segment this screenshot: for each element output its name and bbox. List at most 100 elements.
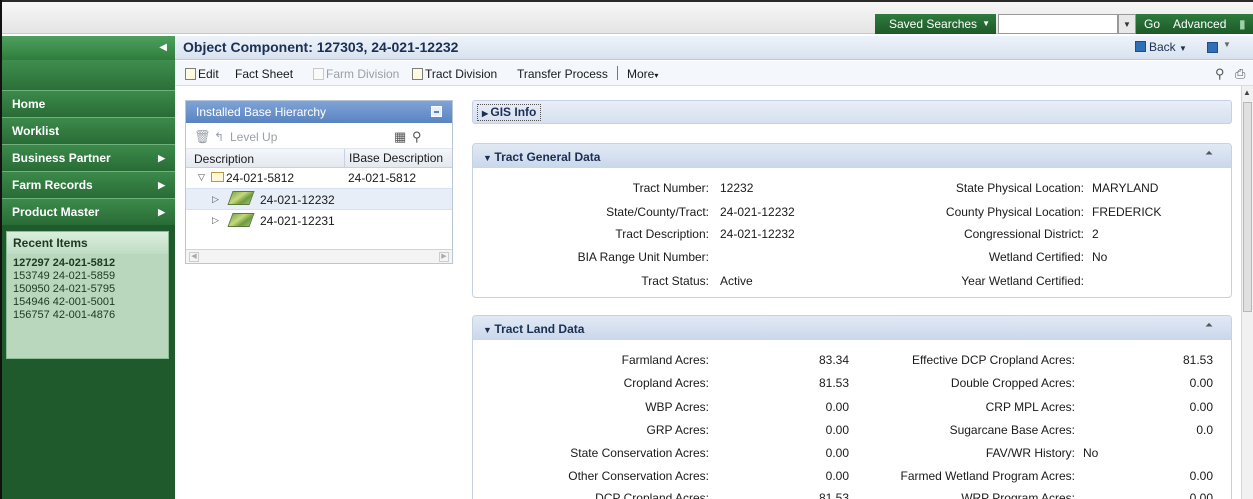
section-header: ▼ Tract General Data ⏶ xyxy=(473,144,1231,168)
export-icon[interactable]: ▦ xyxy=(394,129,406,145)
personalize-icon[interactable]: ⚲ xyxy=(412,129,422,145)
chevron-right-icon: ▶ xyxy=(158,180,165,190)
saved-searches-label: Saved Searches xyxy=(889,17,978,31)
tree-row[interactable]: ▷ 24-021-12231 xyxy=(186,210,452,230)
gis-info-label: GIS Info xyxy=(490,105,537,119)
nav-item-home[interactable]: Home xyxy=(2,90,175,117)
level-up-button[interactable]: Level Up xyxy=(230,130,277,144)
field-label: BIA Range Unit Number: xyxy=(577,250,709,264)
chevron-down-icon[interactable]: ▼ xyxy=(1223,40,1231,49)
field-label: Year Wetland Certified: xyxy=(961,274,1084,288)
delete-icon[interactable]: 🗑 xyxy=(194,129,211,145)
tree-node-label: 24-021-5812 xyxy=(226,171,295,185)
section-title[interactable]: ▼ Tract General Data xyxy=(483,150,600,164)
more-menu[interactable]: More▾ xyxy=(627,67,658,81)
scroll-right-icon[interactable]: ▶ xyxy=(439,252,449,262)
gis-info-bar: ▶ GIS Info xyxy=(472,100,1232,124)
gis-info-toggle[interactable]: ▶ GIS Info xyxy=(477,104,542,121)
field-value: 0.00 xyxy=(825,423,849,437)
field-label: WBP Acres: xyxy=(645,400,709,414)
column-header-description[interactable]: Description xyxy=(194,152,254,166)
left-navigation: ◀ Home Worklist Business Partner ▶ Farm … xyxy=(2,36,175,499)
document-icon xyxy=(412,68,423,80)
nav-item-label: Worklist xyxy=(12,124,60,138)
tract-division-label: Tract Division xyxy=(425,67,498,81)
expanded-triangle-icon[interactable]: ▽ xyxy=(198,172,205,183)
field-value: 0.00 xyxy=(825,446,849,460)
section-title[interactable]: ▼ Tract Land Data xyxy=(483,322,584,336)
field-label: Tract Number: xyxy=(632,181,709,195)
personalize-icon[interactable]: ⚲ xyxy=(1215,66,1225,82)
recent-item[interactable]: 154946 42-001-5001 xyxy=(7,296,168,309)
print-icon[interactable]: ⎙ xyxy=(1235,66,1245,82)
section-title-text: Tract General Data xyxy=(494,150,601,164)
field-label: Wetland Certified: xyxy=(988,250,1084,264)
field-value: 0.00 xyxy=(1189,469,1213,483)
nav-item-farm-records[interactable]: Farm Records ▶ xyxy=(2,171,175,198)
field-label: Other Conservation Acres: xyxy=(568,469,709,483)
tract-division-button[interactable]: Tract Division xyxy=(412,67,497,81)
field-value: 81.53 xyxy=(818,491,849,499)
nav-item-label: Business Partner xyxy=(12,151,111,165)
edit-button[interactable]: Edit xyxy=(185,67,219,81)
recent-item[interactable]: 127297 24-021-5812 xyxy=(7,257,168,270)
search-input[interactable] xyxy=(998,14,1118,34)
level-up-arrow-icon[interactable]: ↰ xyxy=(214,130,224,144)
back-button[interactable]: Back ▼ xyxy=(1135,40,1187,54)
hierarchy-toolbar: 🗑 ↰ Level Up ▦ ⚲ xyxy=(186,123,452,149)
recent-item[interactable]: 156757 42-001-4876 xyxy=(7,309,168,322)
field-label: County Physical Location: xyxy=(945,205,1084,219)
field-label: Sugarcane Base Acres: xyxy=(949,423,1075,437)
nav-item-worklist[interactable]: Worklist xyxy=(2,117,175,144)
saved-searches-dropdown[interactable]: Saved Searches ▼ xyxy=(875,14,996,34)
farm-division-button[interactable]: Farm Division xyxy=(313,67,399,81)
scroll-up-icon[interactable]: ▲ xyxy=(1243,88,1251,97)
recent-item[interactable]: 153749 24-021-5859 xyxy=(7,270,168,283)
field-value: 81.53 xyxy=(1182,353,1213,367)
field-label: GRP Acres: xyxy=(646,423,709,437)
field-value: No xyxy=(1083,446,1099,460)
recent-item[interactable]: 150950 24-021-5795 xyxy=(7,283,168,296)
field-value: 0.00 xyxy=(1189,491,1213,499)
minimize-icon[interactable] xyxy=(431,106,442,117)
field-value: 12232 xyxy=(720,181,754,195)
fact-sheet-button[interactable]: Fact Sheet xyxy=(235,67,293,81)
collapse-nav-icon[interactable]: ◀ xyxy=(159,42,167,53)
field-value: 0.00 xyxy=(825,400,849,414)
transfer-process-button[interactable]: Transfer Process xyxy=(517,67,608,81)
tree-node-label: 24-021-12232 xyxy=(260,193,335,207)
tree-row[interactable]: ▷ 24-021-12232 xyxy=(186,188,452,210)
scroll-left-icon[interactable]: ◀ xyxy=(189,252,199,262)
search-type-dropdown[interactable]: ▼ xyxy=(1118,14,1136,34)
chevron-down-icon: ▼ xyxy=(1179,44,1187,53)
field-value: 24-021-12232 xyxy=(720,205,795,219)
farm-division-label: Farm Division xyxy=(326,67,400,81)
panel-header: Installed Base Hierarchy xyxy=(186,101,452,123)
section-title-text: Tract Land Data xyxy=(494,322,585,336)
edit-label: Edit xyxy=(198,67,219,81)
tree-row[interactable]: ▽ 24-021-5812 24-021-5812 xyxy=(186,168,452,188)
horizontal-scrollbar[interactable]: ◀ ▶ xyxy=(186,249,452,263)
collapsed-triangle-icon[interactable]: ▷ xyxy=(212,194,219,205)
vertical-scrollbar[interactable]: ▲ xyxy=(1241,86,1253,499)
field-value: Active xyxy=(720,274,753,288)
clear-search-icon[interactable]: ▮ xyxy=(1239,14,1246,34)
chevron-down-icon: ▼ xyxy=(982,19,990,28)
advanced-search-link[interactable]: Advanced xyxy=(1173,14,1226,34)
document-icon xyxy=(313,68,324,80)
collapse-icon[interactable]: ⏶ xyxy=(1205,320,1213,331)
collapsed-triangle-icon[interactable]: ▷ xyxy=(212,215,219,226)
field-value: No xyxy=(1092,250,1108,264)
column-header-ibase-description[interactable]: IBase Description xyxy=(344,149,443,168)
field-label: Tract Status: xyxy=(641,274,709,288)
field-label: Farmland Acres: xyxy=(621,353,709,367)
forward-icon[interactable] xyxy=(1207,42,1218,53)
go-button[interactable]: Go xyxy=(1144,14,1160,34)
collapse-icon[interactable]: ⏶ xyxy=(1205,148,1213,159)
nav-item-business-partner[interactable]: Business Partner ▶ xyxy=(2,144,175,171)
toolbar-separator xyxy=(617,66,618,80)
field-label: Congressional District: xyxy=(963,227,1084,241)
edit-icon xyxy=(185,68,196,80)
nav-item-product-master[interactable]: Product Master ▶ xyxy=(2,198,175,225)
scrollbar-thumb[interactable] xyxy=(1243,102,1252,312)
